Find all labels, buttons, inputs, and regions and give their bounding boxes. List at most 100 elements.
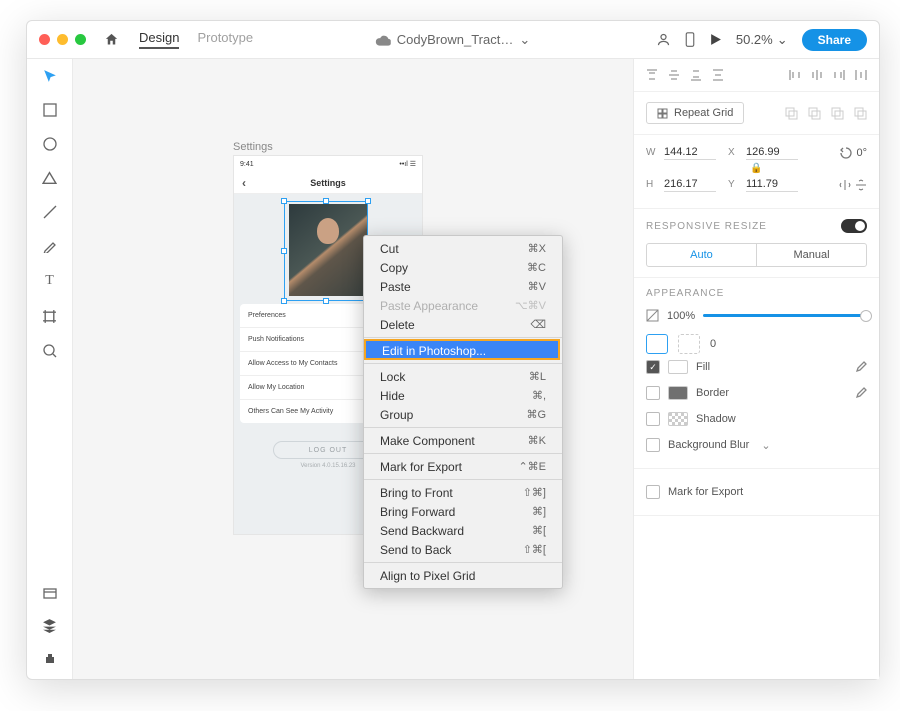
play-icon[interactable] (709, 33, 722, 46)
select-tool-icon[interactable] (43, 69, 57, 83)
height-input[interactable]: 216.17 (664, 177, 716, 192)
device-icon[interactable] (685, 32, 695, 47)
polygon-tool-icon[interactable] (42, 171, 57, 185)
app-window: Design Prototype CodyBrown_Tract… ⌄ 50.2… (26, 20, 880, 680)
eyedropper-icon[interactable] (855, 361, 867, 373)
x-input[interactable]: 126.99 (746, 145, 798, 160)
assets-icon[interactable] (43, 586, 57, 600)
text-tool-icon[interactable]: T (45, 273, 54, 289)
menu-item[interactable]: Lock⌘L (364, 367, 562, 386)
border-swatch[interactable] (668, 386, 688, 400)
mock-signal-icon: ••ıl ☰ (399, 160, 416, 168)
selection-outline[interactable] (284, 201, 368, 301)
align-h-group[interactable] (789, 69, 867, 81)
zoom-dropdown[interactable]: 50.2% ⌄ (736, 32, 788, 48)
y-input[interactable]: 111.79 (746, 177, 798, 192)
maximize-icon[interactable] (75, 34, 86, 45)
opacity-slider[interactable] (703, 314, 867, 317)
eyedropper-icon[interactable] (855, 387, 867, 399)
mock-title: Settings (310, 178, 346, 188)
manual-option[interactable]: Manual (756, 244, 866, 266)
corner-individual-button[interactable] (678, 334, 700, 354)
resize-mode-segment[interactable]: Auto Manual (646, 243, 867, 267)
shadow-checkbox[interactable] (646, 412, 660, 426)
corner-value[interactable]: 0 (710, 338, 716, 350)
border-label: Border (696, 387, 729, 399)
shadow-label: Shadow (696, 413, 736, 425)
mock-time: 9:41 (240, 161, 254, 168)
titlebar: Design Prototype CodyBrown_Tract… ⌄ 50.2… (27, 21, 879, 59)
pen-tool-icon[interactable] (43, 239, 57, 253)
menu-item[interactable]: Align to Pixel Grid (364, 566, 562, 585)
menu-item[interactable]: Bring Forward⌘] (364, 502, 562, 521)
zoom-value: 50.2% (736, 32, 773, 47)
opacity-value[interactable]: 100% (667, 310, 695, 322)
fill-swatch[interactable] (668, 360, 688, 374)
menu-item[interactable]: Edit in Photoshop... (366, 341, 560, 360)
menu-item[interactable]: Send to Back⇧⌘[ (364, 540, 562, 559)
menu-item[interactable]: Hide⌘, (364, 386, 562, 405)
menu-item[interactable]: Cut⌘X (364, 239, 562, 258)
export-checkbox[interactable] (646, 485, 660, 499)
align-v-group[interactable] (646, 69, 724, 81)
corner-all-button[interactable] (646, 334, 668, 354)
menu-item[interactable]: Mark for Export⌃⌘E (364, 457, 562, 476)
document-title[interactable]: CodyBrown_Tract… ⌄ (376, 32, 530, 48)
repeat-grid-button[interactable]: Repeat Grid (646, 102, 744, 124)
chevron-down-icon[interactable]: ⌄ (761, 439, 770, 452)
ellipse-tool-icon[interactable] (43, 137, 57, 151)
window-controls (39, 34, 86, 45)
fill-checkbox[interactable]: ✓ (646, 360, 660, 374)
responsive-toggle[interactable] (841, 219, 867, 233)
responsive-label: RESPONSIVE RESIZE (646, 221, 767, 232)
transform-section: W144.12 X126.99 0° 🔒 H216.17 Y111.79 (634, 135, 879, 209)
menu-item[interactable]: Send Backward⌘[ (364, 521, 562, 540)
line-tool-icon[interactable] (43, 205, 57, 219)
tab-prototype[interactable]: Prototype (197, 30, 253, 49)
width-input[interactable]: 144.12 (664, 145, 716, 160)
context-menu: Cut⌘XCopy⌘CPaste⌘VPaste Appearance⌥⌘VDel… (363, 235, 563, 589)
repeat-grid-label: Repeat Grid (674, 107, 733, 119)
flip-h-icon[interactable] (839, 179, 851, 191)
app-body: T Settings 9:41 ••ıl ☰ ‹ Settings (27, 59, 879, 679)
close-icon[interactable] (39, 34, 50, 45)
menu-item[interactable]: Copy⌘C (364, 258, 562, 277)
header-right: 50.2% ⌄ Share (656, 29, 867, 51)
minimize-icon[interactable] (57, 34, 68, 45)
profile-icon[interactable] (656, 32, 671, 47)
chevron-down-icon: ⌄ (519, 32, 530, 48)
auto-option[interactable]: Auto (647, 244, 756, 266)
tab-design[interactable]: Design (139, 30, 179, 49)
menu-item[interactable]: Make Component⌘K (364, 431, 562, 450)
mode-tabs: Design Prototype (139, 30, 253, 49)
appearance-label: APPEARANCE (646, 288, 867, 299)
responsive-section: RESPONSIVE RESIZE Auto Manual (634, 209, 879, 278)
lock-aspect-icon[interactable]: 🔒 (646, 163, 867, 174)
blur-checkbox[interactable] (646, 438, 660, 452)
plugins-icon[interactable] (43, 651, 57, 665)
canvas[interactable]: Settings 9:41 ••ıl ☰ ‹ Settings Preferen… (73, 59, 633, 679)
properties-panel: Repeat Grid W144.12 X126.99 0° (633, 59, 879, 679)
shadow-swatch[interactable] (668, 412, 688, 426)
boolean-ops[interactable] (785, 107, 867, 120)
mock-header: ‹ Settings (234, 172, 422, 194)
menu-item[interactable]: Delete⌫ (364, 315, 562, 334)
home-icon[interactable] (104, 32, 119, 47)
share-button[interactable]: Share (802, 29, 867, 51)
zoom-tool-icon[interactable] (43, 344, 57, 358)
artboard-label[interactable]: Settings (233, 141, 273, 153)
left-toolbar: T (27, 59, 73, 679)
menu-item[interactable]: Paste⌘V (364, 277, 562, 296)
opacity-icon (646, 309, 659, 322)
rectangle-tool-icon[interactable] (43, 103, 57, 117)
rotation-input[interactable]: 0° (840, 147, 867, 159)
menu-item[interactable]: Bring to Front⇧⌘] (364, 483, 562, 502)
chevron-down-icon: ⌄ (777, 32, 788, 48)
artboard-tool-icon[interactable] (42, 309, 57, 324)
doc-name: CodyBrown_Tract… (397, 32, 514, 47)
layers-icon[interactable] (42, 618, 57, 633)
flip-v-icon[interactable] (855, 179, 867, 191)
menu-item[interactable]: Group⌘G (364, 405, 562, 424)
border-checkbox[interactable] (646, 386, 660, 400)
back-icon: ‹ (242, 176, 246, 190)
